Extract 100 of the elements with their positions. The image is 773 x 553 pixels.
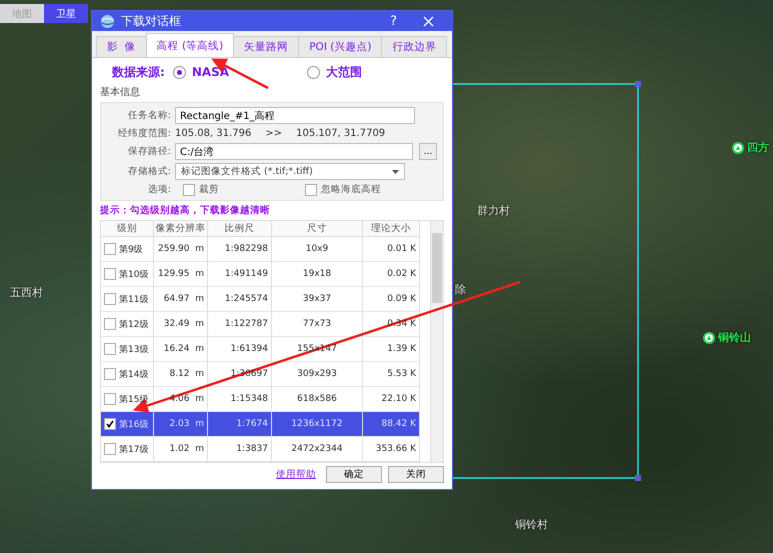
column-header: 比例尺 bbox=[208, 221, 272, 237]
help-link[interactable]: 使用帮助 bbox=[276, 468, 316, 481]
scrollbar[interactable] bbox=[430, 221, 443, 462]
column-header: 尺寸 bbox=[272, 221, 363, 237]
map-label: 四方 bbox=[747, 140, 769, 155]
resolution-cell: 259.90 m bbox=[154, 237, 208, 262]
table-cell[interactable]: 第10级 bbox=[101, 262, 154, 287]
map-tab[interactable]: 卫星 bbox=[44, 4, 88, 23]
level-text: 第9级 bbox=[119, 244, 143, 256]
radio-button[interactable] bbox=[172, 66, 186, 78]
level-text: 第12级 bbox=[119, 318, 148, 330]
table-cell: 0.09 K bbox=[363, 287, 420, 312]
table-cell: 0.01 K bbox=[363, 237, 420, 262]
range-start-text: 105.08, 31.796 bbox=[175, 128, 252, 139]
level-text: 第14级 bbox=[119, 368, 148, 380]
table-cell: 88.42 K bbox=[363, 412, 420, 437]
table-cell: 1.39 K bbox=[363, 337, 420, 362]
data-source-label: 数据来源: bbox=[112, 64, 165, 80]
format-dropdown[interactable]: 标记图像文件格式 (*.tif;*.tiff) bbox=[175, 163, 405, 180]
table-cell[interactable]: 第11级 bbox=[101, 287, 154, 312]
table-cell: 39x37 bbox=[272, 287, 363, 312]
table-cell: 1:982298 bbox=[208, 237, 272, 262]
map-label: 铜铃山 bbox=[718, 330, 751, 345]
table-cell: 1:491149 bbox=[208, 262, 272, 287]
column-header: 理论大小 bbox=[363, 221, 420, 237]
tab[interactable]: 高程 (等高线) bbox=[146, 33, 234, 57]
checkbox[interactable] bbox=[104, 343, 116, 355]
table-cell: 1:122787 bbox=[208, 312, 272, 337]
checkbox[interactable] bbox=[104, 368, 116, 380]
level-text: 第11级 bbox=[119, 294, 148, 306]
dialog-title: 下载对话框 bbox=[121, 12, 182, 30]
table-cell[interactable]: 第14级 bbox=[101, 362, 154, 387]
range-separator: >> bbox=[265, 128, 282, 139]
checkbox[interactable] bbox=[104, 443, 116, 455]
table-cell: 1:61394 bbox=[208, 337, 272, 362]
table-cell: 1:15348 bbox=[208, 387, 272, 412]
table-cell: 5.53 K bbox=[363, 362, 420, 387]
resolution-cell: 16.24 m bbox=[154, 337, 208, 362]
resolution-cell: 4.06 m bbox=[154, 387, 208, 412]
checkbox[interactable] bbox=[104, 268, 116, 280]
checkbox[interactable] bbox=[183, 184, 195, 196]
checkbox[interactable] bbox=[104, 393, 116, 405]
table-cell: 10x9 bbox=[272, 237, 363, 262]
level-text: 第13级 bbox=[119, 344, 148, 356]
level-text: 第15级 bbox=[119, 394, 148, 406]
table-cell: 1236x1172 bbox=[272, 412, 363, 437]
mountain-pin-icon bbox=[732, 142, 744, 154]
checkbox[interactable] bbox=[104, 418, 116, 430]
checkbox-label: 裁剪 bbox=[199, 183, 219, 196]
table-cell: 22.10 K bbox=[363, 387, 420, 412]
table-cell[interactable]: 第17级 bbox=[101, 437, 154, 462]
save-path-field[interactable]: C:/台湾 bbox=[175, 143, 413, 160]
checkbox[interactable] bbox=[104, 243, 116, 255]
tab[interactable]: 矢量路网 bbox=[233, 36, 300, 57]
map-label: 五西村 bbox=[10, 285, 43, 300]
map-label: 铜铃村 bbox=[515, 517, 548, 532]
table-cell: 2472x2344 bbox=[272, 437, 363, 462]
resolution-cell: 8.12 m bbox=[154, 362, 208, 387]
table-cell: 1:3837 bbox=[208, 437, 272, 462]
field-label: 任务名称: bbox=[126, 109, 171, 122]
table-cell: 77x73 bbox=[272, 312, 363, 337]
checkbox[interactable] bbox=[305, 184, 317, 196]
resolution-cell: 1.02 m bbox=[154, 437, 208, 462]
dialog-button[interactable]: 确定 bbox=[326, 466, 382, 483]
level-text: 第16级 bbox=[119, 418, 148, 430]
table-cell: 1:7674 bbox=[208, 412, 272, 437]
task-name-field[interactable]: Rectangle_#1_高程 bbox=[175, 107, 415, 124]
table-cell: 19x18 bbox=[272, 262, 363, 287]
field-label: 保存路径: bbox=[126, 145, 171, 158]
resolution-cell: 2.03 m bbox=[154, 412, 208, 437]
table-cell: 0.02 K bbox=[363, 262, 420, 287]
browse-button[interactable]: ... bbox=[419, 143, 437, 160]
table-cell[interactable]: 第12级 bbox=[101, 312, 154, 337]
tab[interactable]: 行政边界 bbox=[381, 36, 448, 57]
table-cell[interactable]: 第13级 bbox=[101, 337, 154, 362]
column-header: 像素分辨率 bbox=[154, 221, 208, 237]
checkbox[interactable] bbox=[104, 293, 116, 305]
dropdown-arrow-icon bbox=[392, 170, 399, 174]
tab[interactable]: POI (兴趣点) bbox=[298, 36, 382, 57]
level-text: 第17级 bbox=[119, 444, 148, 456]
dialog-button[interactable]: 关闭 bbox=[388, 466, 444, 483]
radio-label: 大范围 bbox=[326, 64, 362, 80]
mountain-pin-icon bbox=[703, 332, 715, 344]
checkbox[interactable] bbox=[104, 318, 116, 330]
field-label: 经纬度范围: bbox=[116, 127, 171, 140]
table-cell[interactable]: 第15级 bbox=[101, 387, 154, 412]
level-text: 第10级 bbox=[119, 268, 148, 280]
field-label: 存储格式: bbox=[126, 165, 171, 178]
resolution-cell: 32.49 m bbox=[154, 312, 208, 337]
table-cell: 1:245574 bbox=[208, 287, 272, 312]
table-cell[interactable]: 第9级 bbox=[101, 237, 154, 262]
range-end-text: 105.107, 31.7709 bbox=[296, 128, 386, 139]
field-label: 选项: bbox=[146, 183, 171, 196]
tab[interactable]: 影 像 bbox=[96, 36, 147, 57]
radio-button[interactable] bbox=[307, 66, 320, 78]
table-cell[interactable]: 第16级 bbox=[101, 412, 154, 437]
help-button[interactable]: ? bbox=[380, 14, 407, 28]
checkbox-label: 忽略海底高程 bbox=[321, 183, 381, 196]
close-icon[interactable] bbox=[423, 16, 434, 26]
group-title: 基本信息 bbox=[100, 86, 141, 99]
